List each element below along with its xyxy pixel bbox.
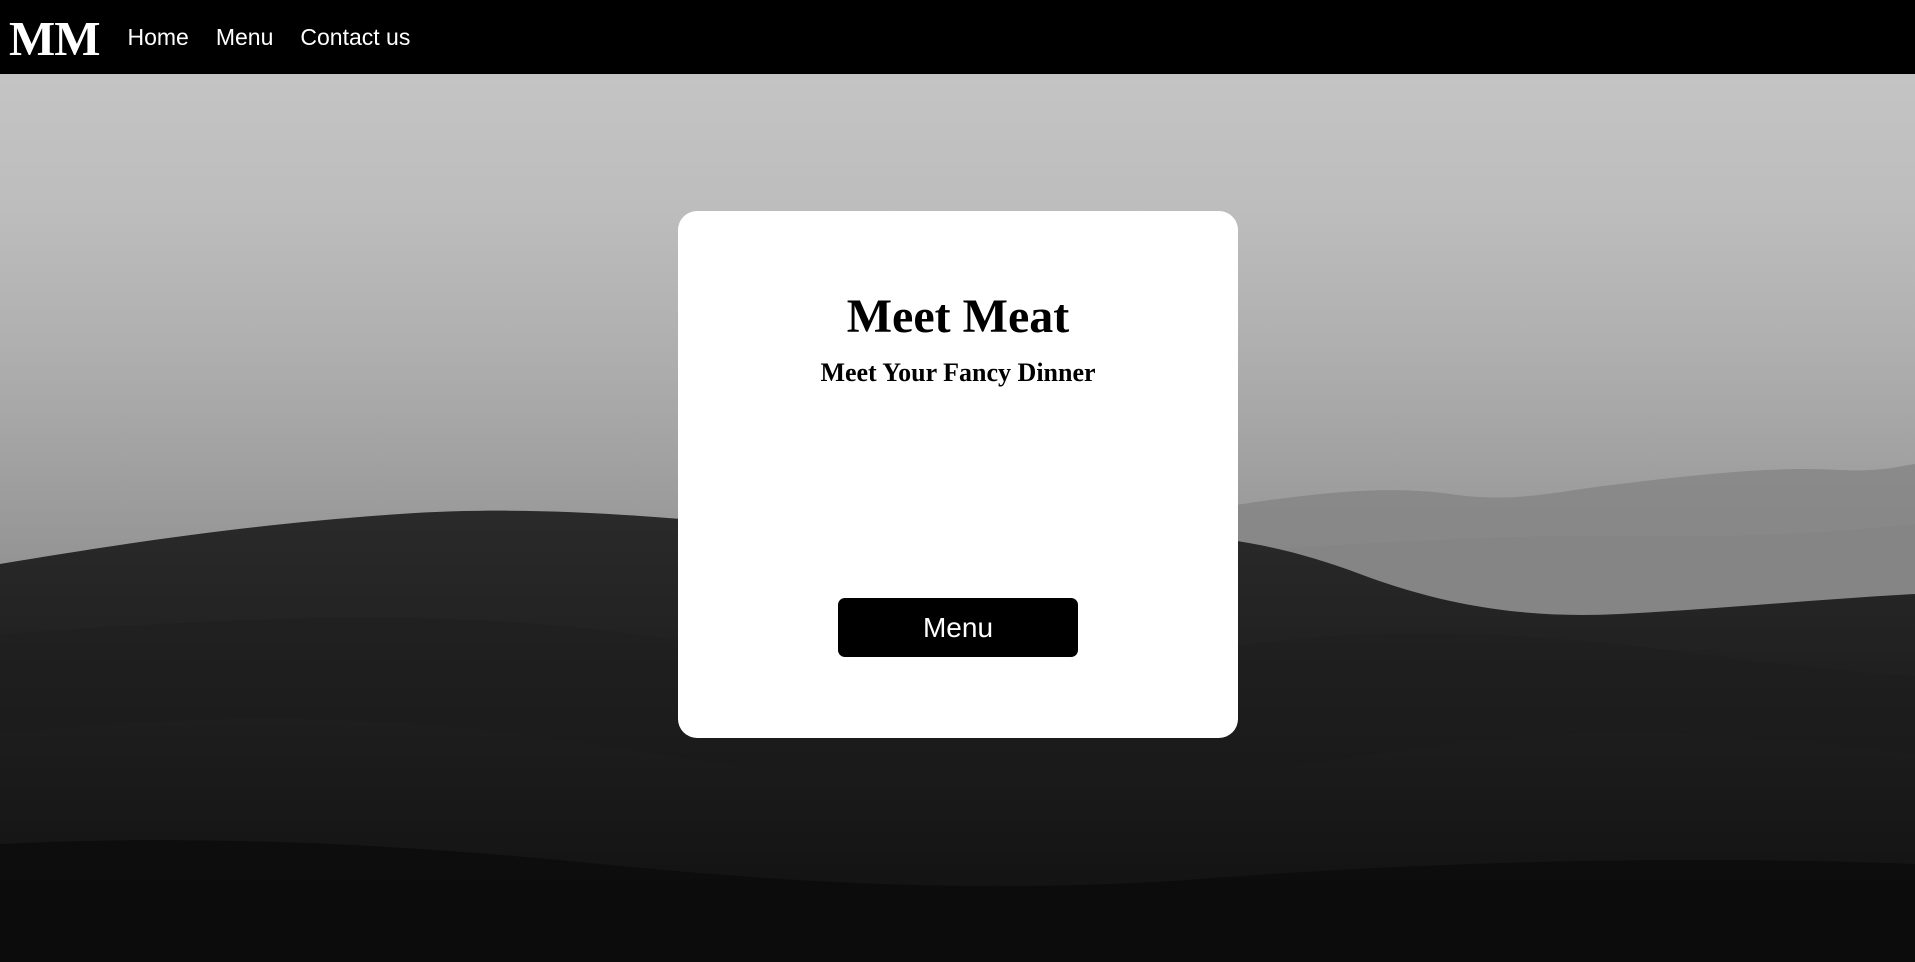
nav-link-home[interactable]: Home [128,24,189,51]
menu-button[interactable]: Menu [838,598,1078,657]
site-logo[interactable]: MM [9,14,100,63]
hero-card: Meet Meat Meet Your Fancy Dinner Menu [678,211,1238,738]
nav-link-menu[interactable]: Menu [216,24,274,51]
nav-link-contact-us[interactable]: Contact us [300,24,410,51]
hero-subtitle: Meet Your Fancy Dinner [820,358,1096,387]
hero-title: Meet Meat [846,290,1070,343]
top-navbar: MM Home Menu Contact us [0,0,1915,74]
